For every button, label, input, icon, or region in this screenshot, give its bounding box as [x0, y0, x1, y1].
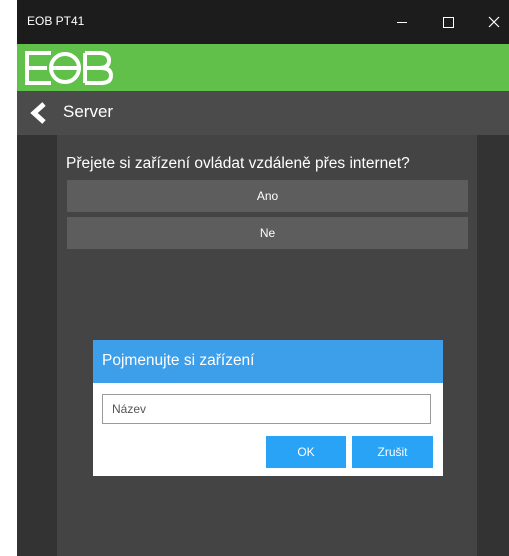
ok-button[interactable]: OK: [266, 436, 346, 468]
close-icon: [488, 16, 500, 28]
maximize-button[interactable]: [425, 0, 471, 44]
app-window: EOB PT41 Server Přejete si zařízení ovlá…: [17, 0, 509, 556]
cancel-button[interactable]: Zrušit: [352, 436, 433, 468]
name-device-dialog: Pojmenujte si zařízení OK Zrušit: [93, 340, 443, 476]
no-button[interactable]: Ne: [67, 217, 468, 249]
window-title: EOB PT41: [27, 14, 85, 28]
eob-logo: [25, 51, 114, 85]
brand-bar: [17, 44, 509, 91]
minimize-icon: [397, 21, 407, 23]
dialog-header: Pojmenujte si zařízení: [93, 340, 443, 383]
question-text: Přejete si zařízení ovládat vzdáleně pře…: [66, 155, 410, 172]
nav-bar: Server: [17, 91, 509, 135]
minimize-button[interactable]: [379, 0, 425, 44]
title-bar[interactable]: EOB PT41: [17, 0, 509, 44]
chevron-left-icon: [30, 102, 46, 124]
maximize-icon: [442, 16, 454, 28]
yes-button[interactable]: Ano: [67, 180, 468, 212]
page-title: Server: [63, 102, 114, 121]
device-name-input[interactable]: [102, 394, 431, 424]
close-button[interactable]: [471, 0, 509, 44]
dialog-title: Pojmenujte si zařízení: [102, 352, 255, 369]
back-button[interactable]: [27, 100, 51, 126]
